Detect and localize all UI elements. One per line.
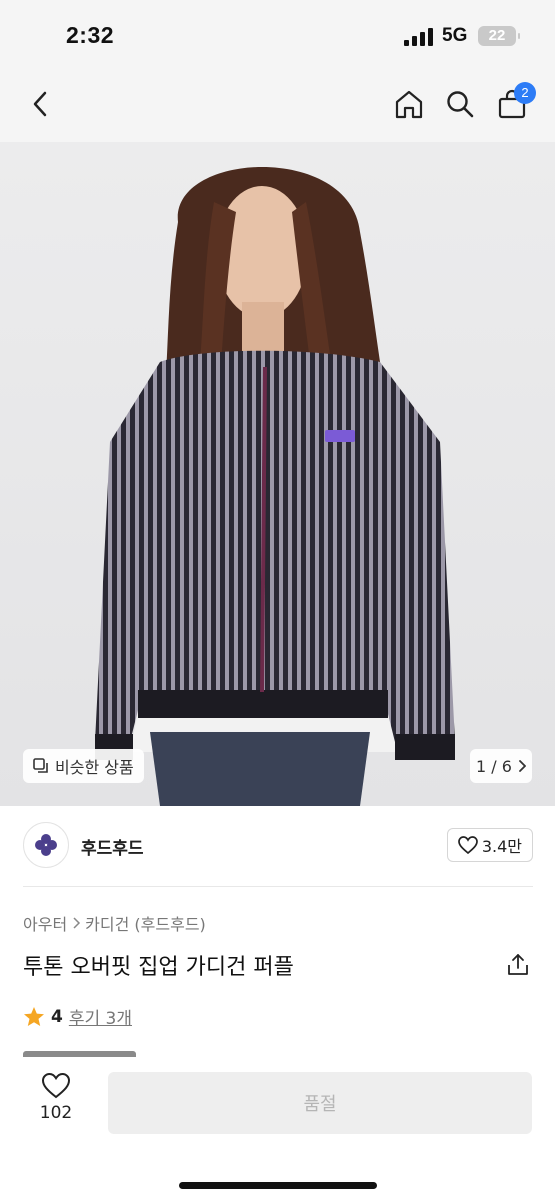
chevron-right-icon bbox=[73, 917, 81, 929]
nav-bar: 2 bbox=[0, 70, 555, 142]
status-bar: 2:32 5G 22 bbox=[0, 0, 555, 70]
heart-icon bbox=[457, 836, 478, 854]
signal-icon bbox=[404, 28, 433, 46]
review-link[interactable]: 후기 3개 bbox=[69, 1004, 132, 1029]
breadcrumb-item[interactable]: 아우터 bbox=[23, 911, 67, 935]
chevron-right-icon bbox=[519, 760, 526, 772]
status-time: 2:32 bbox=[66, 22, 115, 48]
heart-icon bbox=[41, 1072, 71, 1099]
shop-row: 후드후드 3.4만 bbox=[23, 820, 533, 872]
shop-logo-mark-icon bbox=[35, 834, 57, 856]
cart-button[interactable]: 2 bbox=[494, 82, 536, 122]
rating-row: 4 후기 3개 bbox=[23, 1004, 132, 1029]
rating-score: 4 bbox=[51, 1006, 63, 1027]
product-title: 투톤 오버핏 집업 가디건 퍼플 bbox=[23, 955, 294, 980]
search-button[interactable] bbox=[442, 86, 478, 122]
favorite-count: 102 bbox=[39, 1103, 73, 1123]
shop-like-button[interactable]: 3.4만 bbox=[446, 828, 533, 862]
share-icon[interactable] bbox=[505, 952, 531, 978]
product-page: 2:32 5G 22 2 비슷한 상품 1 / 6 후드후드 3.4만 아우터 … bbox=[0, 0, 555, 1200]
shop-logo[interactable] bbox=[23, 822, 69, 868]
home-button[interactable] bbox=[391, 86, 427, 122]
chevron-left-icon bbox=[33, 91, 47, 117]
home-indicator[interactable] bbox=[179, 1182, 377, 1189]
shop-like-count: 3.4만 bbox=[481, 837, 522, 856]
star-icon bbox=[24, 1006, 44, 1026]
network-type: 5G bbox=[442, 25, 468, 46]
battery-indicator: 22 bbox=[478, 26, 520, 46]
image-counter[interactable]: 1 / 6 bbox=[470, 749, 532, 783]
sold-out-button[interactable]: 품절 bbox=[108, 1072, 532, 1134]
similar-products-button[interactable]: 비슷한 상품 bbox=[23, 749, 144, 783]
divider bbox=[23, 886, 533, 887]
cart-count-badge: 2 bbox=[514, 82, 536, 104]
back-button[interactable] bbox=[22, 86, 58, 122]
thumbnail-preview bbox=[23, 1051, 136, 1057]
copy-icon bbox=[33, 758, 48, 773]
shop-name[interactable]: 후드후드 bbox=[81, 834, 144, 859]
product-photo bbox=[0, 142, 555, 806]
bottom-action-bar: 102 품절 bbox=[0, 1058, 555, 1200]
favorite-button[interactable]: 102 bbox=[26, 1072, 86, 1123]
breadcrumb: 아우터 카디건 (후드후드) bbox=[23, 911, 206, 935]
breadcrumb-item[interactable]: 카디건 (후드후드) bbox=[85, 911, 206, 935]
image-counter-text: 1 / 6 bbox=[476, 756, 512, 776]
similar-products-label: 비슷한 상품 bbox=[55, 758, 134, 777]
product-image[interactable]: 비슷한 상품 1 / 6 bbox=[0, 142, 555, 806]
search-icon bbox=[447, 91, 474, 118]
home-icon bbox=[395, 90, 423, 119]
